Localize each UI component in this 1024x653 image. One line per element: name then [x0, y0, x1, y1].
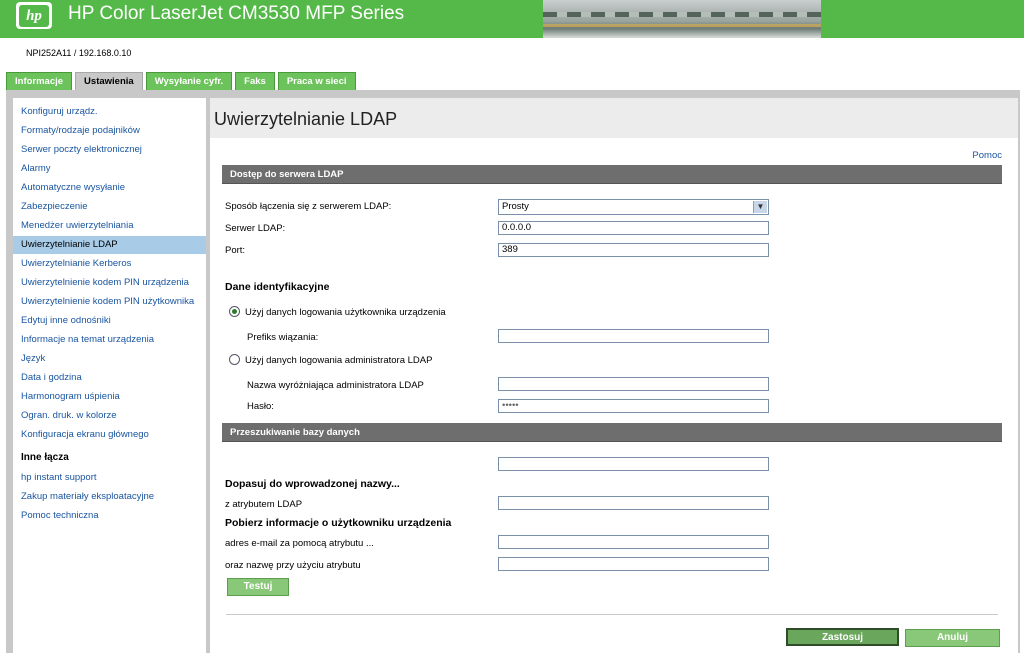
sidebar-item-menedzer[interactable]: Menedżer uwierzytelniania	[13, 217, 206, 235]
tab-wysylanie-cyfr[interactable]: Wysyłanie cyfr.	[145, 72, 233, 90]
hp-logo: hp	[16, 2, 52, 29]
ldap-attribute-input[interactable]	[498, 496, 769, 510]
sidebar-item-serwer-poczty[interactable]: Serwer poczty elektronicznej	[13, 141, 206, 159]
sidebar-link-instant-support[interactable]: hp instant support	[13, 469, 206, 487]
main-tabs: Informacje Ustawienia Wysyłanie cyfr. Fa…	[6, 72, 356, 92]
radio-ldap-admin[interactable]	[229, 354, 240, 365]
port-input[interactable]: 389	[498, 243, 769, 257]
password-input[interactable]: •••••	[498, 399, 769, 413]
tab-ustawienia[interactable]: Ustawienia	[75, 72, 143, 92]
banner-photo	[543, 0, 821, 38]
radio-ldap-admin-label: Użyj danych logowania administratora LDA…	[245, 355, 433, 366]
header-banner: hp HP Color LaserJet CM3530 MFP Series	[0, 0, 1024, 38]
product-title: HP Color LaserJet CM3530 MFP Series	[68, 3, 405, 24]
sidebar-item-konfiguruj[interactable]: Konfiguruj urządz.	[13, 103, 206, 121]
sidebar-item-informacje-urzadzenia[interactable]: Informacje na temat urządzenia	[13, 331, 206, 349]
sidebar-item-data-godzina[interactable]: Data i godzina	[13, 369, 206, 387]
title-strip: Uwierzytelnianie LDAP	[210, 98, 1018, 138]
search-root-input[interactable]	[498, 457, 769, 471]
ldap-server-label: Serwer LDAP:	[225, 223, 286, 234]
radio-device-user-label: Użyj danych logowania użytkownika urządz…	[245, 307, 446, 318]
tab-praca-w-sieci[interactable]: Praca w sieci	[277, 72, 356, 90]
sidebar-item-kerberos[interactable]: Uwierzytelnianie Kerberos	[13, 255, 206, 273]
credentials-heading: Dane identyfikacyjne	[225, 281, 330, 293]
chevron-down-icon: ▼	[753, 201, 767, 213]
connect-method-label: Sposób łączenia się z serwerem LDAP:	[225, 201, 392, 212]
device-id: NPI252A11 / 192.168.0.10	[26, 48, 132, 58]
section-ldap-server: Dostęp do serwera LDAP	[222, 165, 1002, 184]
cancel-button[interactable]: Anuluj	[905, 629, 1000, 647]
sidebar-item-automatyczne-wysylanie[interactable]: Automatyczne wysyłanie	[13, 179, 206, 197]
admin-dn-input[interactable]	[498, 377, 769, 391]
bind-prefix-label: Prefiks wiązania:	[247, 332, 319, 343]
connect-method-select[interactable]: Prosty ▼	[498, 199, 769, 215]
sidebar-item-jezyk[interactable]: Język	[13, 350, 206, 368]
bind-prefix-input[interactable]	[498, 329, 769, 343]
password-label: Hasło:	[247, 401, 274, 412]
radio-device-user[interactable]	[229, 306, 240, 317]
tab-informacje[interactable]: Informacje	[6, 72, 73, 90]
sidebar-item-alarmy[interactable]: Alarmy	[13, 160, 206, 178]
sidebar: Konfiguruj urządz. Formaty/rodzaje podaj…	[13, 98, 206, 653]
name-attr-label: oraz nazwę przy użyciu atrybutu	[225, 560, 361, 571]
sidebar-item-harmonogram[interactable]: Harmonogram uśpienia	[13, 388, 206, 406]
retrieve-heading: Pobierz informacje o użytkowniku urządze…	[225, 517, 452, 529]
page-title: Uwierzytelnianie LDAP	[214, 109, 398, 129]
divider	[226, 614, 998, 615]
sidebar-item-ldap[interactable]: Uwierzytelnianie LDAP	[13, 236, 206, 254]
sidebar-link-tech-support[interactable]: Pomoc techniczna	[13, 507, 206, 525]
admin-dn-label: Nazwa wyróżniająca administratora LDAP	[247, 380, 424, 391]
connect-method-value: Prosty	[502, 201, 529, 212]
email-attr-label: adres e-mail za pomocą atrybutu ...	[225, 538, 374, 549]
test-button[interactable]: Testuj	[227, 578, 289, 596]
tab-faks[interactable]: Faks	[235, 72, 275, 90]
section-database-search: Przeszukiwanie bazy danych	[222, 423, 1002, 442]
sidebar-item-edytuj-odnosniki[interactable]: Edytuj inne odnośniki	[13, 312, 206, 330]
ldap-attribute-label: z atrybutem LDAP	[225, 499, 303, 510]
match-heading: Dopasuj do wprowadzonej nazwy...	[225, 478, 400, 490]
main-panel: Uwierzytelnianie LDAP Pomoc Dostęp do se…	[210, 98, 1018, 653]
help-link[interactable]: Pomoc	[972, 150, 1002, 161]
sidebar-item-ogran-druk[interactable]: Ogran. druk. w kolorze	[13, 407, 206, 425]
sidebar-item-formaty[interactable]: Formaty/rodzaje podajników	[13, 122, 206, 140]
ldap-server-input[interactable]: 0.0.0.0	[498, 221, 769, 235]
sidebar-item-pin-urzadzenia[interactable]: Uwierzytelnienie kodem PIN urządzenia	[13, 274, 206, 292]
other-links-heading: Inne łącza	[21, 452, 69, 463]
name-attr-input[interactable]	[498, 557, 769, 571]
sidebar-item-pin-uzytkownika[interactable]: Uwierzytelnienie kodem PIN użytkownika	[13, 293, 206, 311]
port-label: Port:	[225, 245, 246, 256]
sidebar-item-ekran-glowny[interactable]: Konfiguracja ekranu głównego	[13, 426, 206, 444]
sidebar-link-supplies[interactable]: Zakup materiały eksploatacyjne	[13, 488, 206, 506]
hp-logo-text: hp	[19, 4, 49, 27]
sidebar-item-zabezpieczenie[interactable]: Zabezpieczenie	[13, 198, 206, 216]
apply-button[interactable]: Zastosuj	[786, 628, 899, 646]
email-attr-input[interactable]	[498, 535, 769, 549]
